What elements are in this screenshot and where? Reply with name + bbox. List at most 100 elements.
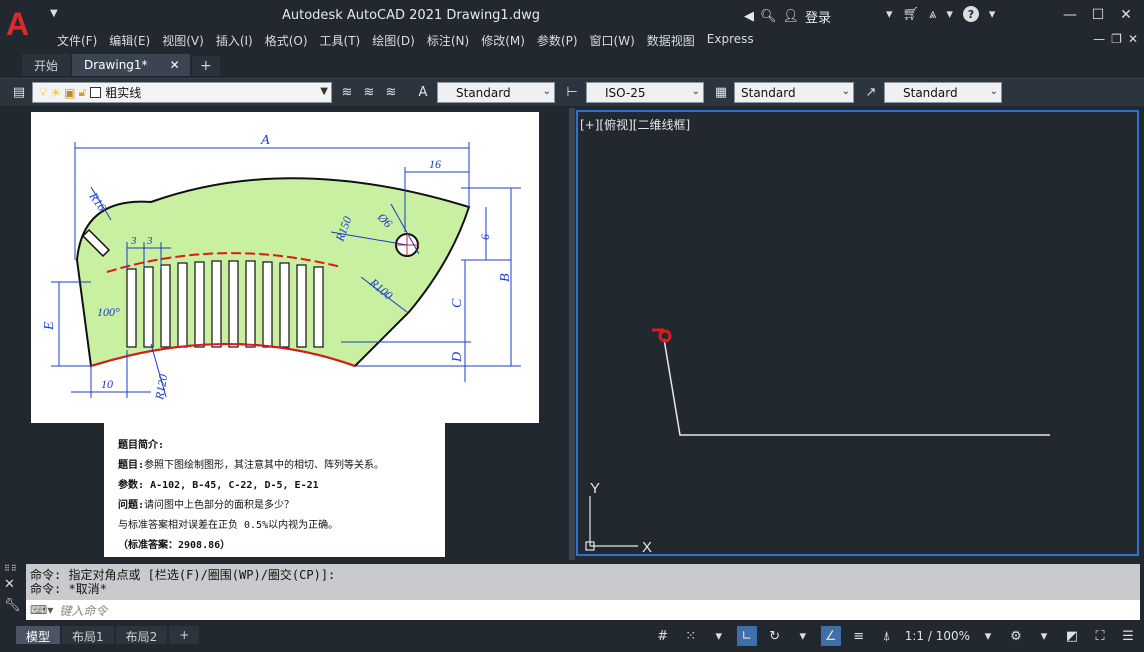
doc-close-icon[interactable]: ✕ [1128,32,1138,46]
command-line-window: ⠿⠿ ✕ 🔧︎ 命令: 指定对角点或 [栏选(F)/圈围(WP)/圈交(CP)]… [0,562,1144,622]
dim-3b: 3 [146,235,153,247]
menu-item[interactable]: 标注(N) [426,32,480,50]
problem-label-1: 题目: [118,460,145,471]
polar-dropdown-icon[interactable]: ▾ [793,626,813,646]
command-input[interactable]: ⌨︎▾ 键入命令 [26,600,1140,620]
snap-icon[interactable]: ⁙ [681,626,701,646]
text-style-icon[interactable]: A [414,83,432,101]
menu-item[interactable]: 窗口(W) [589,32,646,50]
problem-text-1: 参照下图绘制图形，其注意其中的相切、阵列等关系。 [144,460,385,471]
tab-start[interactable]: 开始 [22,54,71,76]
command-line-handle[interactable]: ⠿⠿ ✕ 🔧︎ [4,564,24,620]
search-area: ◀ 🔍︎ 👤︎ 登录 [744,7,831,26]
menu-item[interactable]: 编辑(E) [108,32,161,50]
cart-icon[interactable]: 🛒︎ [903,7,920,22]
chevron-down-icon: ⌄ [542,86,551,97]
make-current-layer-icon[interactable]: ≋ [338,83,356,101]
tab-model[interactable]: 模型 [16,626,61,644]
ortho-icon[interactable]: ∟ [736,626,757,646]
grip-icon[interactable]: ⠿⠿ [4,564,24,573]
help-icon[interactable]: ? [962,6,979,22]
window-controls: — ☐ ✕ [1058,4,1138,26]
menu-item[interactable]: 参数(P) [536,32,589,50]
menu-item[interactable]: 绘图(D) [371,32,426,50]
command-history: 命令: 指定对角点或 [栏选(F)/圈围(WP)/圈交(CP)]: 命令: *取… [26,564,1140,600]
fullscreen-icon[interactable]: ⛶ [1090,626,1110,646]
customize-menu-icon[interactable]: ☰ [1118,626,1138,646]
menu-item[interactable]: 插入(I) [215,32,264,50]
customize-wrench-icon[interactable]: 🔧︎ [4,598,24,613]
dim-100deg: 100° [97,305,120,319]
lineweight-icon[interactable]: ≡ [849,626,869,646]
quick-access-dropdown-icon[interactable]: ▼ [50,8,58,19]
table-style-icon[interactable]: ▦ [712,83,730,101]
close-icon[interactable]: ✕ [1114,4,1138,26]
dim-10: 10 [101,377,113,391]
tab-drawing1[interactable]: Drawing1* ✕ [72,54,191,76]
menu-item[interactable]: 工具(T) [319,32,372,50]
doc-restore-icon[interactable]: ❐ [1111,32,1122,46]
reference-drawing-svg: A 16 R16 R150 Ø6 6 B C D R100 E 100° 10 … [42,133,521,402]
close-command-icon[interactable]: ✕ [4,577,24,592]
dim-r120: R120 [152,373,170,401]
dim-16: 16 [429,157,441,171]
isolate-icon[interactable]: ◩ [1062,626,1082,646]
grid-icon[interactable]: # [653,626,673,646]
add-layout-button[interactable]: + [169,626,200,644]
text-style-dropdown[interactable]: Standard ⌄ [437,82,555,103]
drawing-viewport[interactable]: [+][俯视][二维线框] Y X [576,110,1139,556]
login-label[interactable]: 登录 [805,7,831,26]
tab-layout2[interactable]: 布局2 [115,626,168,644]
annotation-scale[interactable]: 1:1 / 100% [905,629,970,643]
menu-item[interactable]: 格式(O) [264,32,319,50]
annotation-icon[interactable]: ⍋ [877,626,897,646]
maximize-icon[interactable]: ☐ [1086,4,1110,26]
viewport-splitter[interactable] [569,108,575,560]
doc-minimize-icon[interactable]: — [1093,32,1105,46]
menu-item[interactable]: Express [706,32,765,50]
isodraft-icon[interactable]: ∠ [820,626,841,646]
collapse-arrow-icon[interactable]: ◀ [744,9,754,24]
menu-item[interactable]: 文件(F) [56,32,108,50]
status-toggles: # ⁙ ▾ ∟ ↻ ▾ ∠ ≡ ⍋ 1:1 / 100% ▾ ⚙ ▾ ◩ ⛶ ☰ [653,626,1138,646]
autodesk-app-icon[interactable]: ⩓ [929,7,936,22]
dim-style-icon[interactable]: ⊢ [563,83,581,101]
gear-icon[interactable]: ⚙ [1006,626,1026,646]
snap-dropdown-icon[interactable]: ▾ [709,626,729,646]
workspace-dropdown-icon[interactable]: ▾ [1034,626,1054,646]
account-dropdown-icon[interactable]: ▾ [886,7,893,22]
sun-icon: ☀ [50,85,62,100]
match-layer-icon[interactable]: ≋ [360,83,378,101]
command-prompt-icon[interactable]: ⌨︎▾ [30,603,53,617]
mleader-style-icon[interactable]: ↗ [862,83,880,101]
menu-item[interactable]: 数据视图 [646,32,706,50]
previous-layer-icon[interactable]: ≋ [382,83,400,101]
layer-properties-icon[interactable]: ▤ [10,83,28,101]
autocad-window: A ▼ Autodesk AutoCAD 2021 Drawing1.dwg ◀… [0,0,1144,652]
file-tabs: 开始 Drawing1* ✕ + [0,54,1144,76]
help-dropdown-icon[interactable]: ▾ [989,7,996,22]
new-tab-button[interactable]: + [192,56,220,76]
autocad-logo-icon[interactable]: A [6,6,38,44]
search-icon[interactable]: 🔍︎ [760,9,777,24]
mleader-style-dropdown[interactable]: Standard ⌄ [884,82,1002,103]
lock-icon: 🔓︎ [78,85,87,99]
status-bar: 模型 布局1 布局2 + # ⁙ ▾ ∟ ↻ ▾ ∠ ≡ ⍋ 1:1 / 100… [0,622,1144,652]
dim-d: D [450,352,465,363]
tab-layout1[interactable]: 布局1 [62,626,114,644]
chevron-down-icon: ⌄ [989,86,998,97]
viewport-freeze-icon: ▣ [64,85,76,100]
table-style-dropdown[interactable]: Standard ⌄ [734,82,854,103]
app-dropdown-icon[interactable]: ▾ [946,7,953,22]
polar-icon[interactable]: ↻ [765,626,785,646]
minimize-icon[interactable]: — [1058,4,1082,26]
close-tab-icon[interactable]: ✕ [170,58,180,72]
layer-dropdown[interactable]: 💡︎ ☀ ▣ 🔓︎ 粗实线 ▼ [32,82,332,103]
dim-style-dropdown[interactable]: ISO-25 ⌄ [586,82,704,103]
problem-description: 题目简介: 题目:参照下图绘制图形，其注意其中的相切、阵列等关系。 参数: A-… [104,422,445,557]
user-icon[interactable]: 👤︎ [783,9,800,24]
menu-item[interactable]: 修改(M) [480,32,536,50]
tab-label: Drawing1* [84,58,148,72]
scale-dropdown-icon[interactable]: ▾ [978,626,998,646]
menu-item[interactable]: 视图(V) [161,32,215,50]
